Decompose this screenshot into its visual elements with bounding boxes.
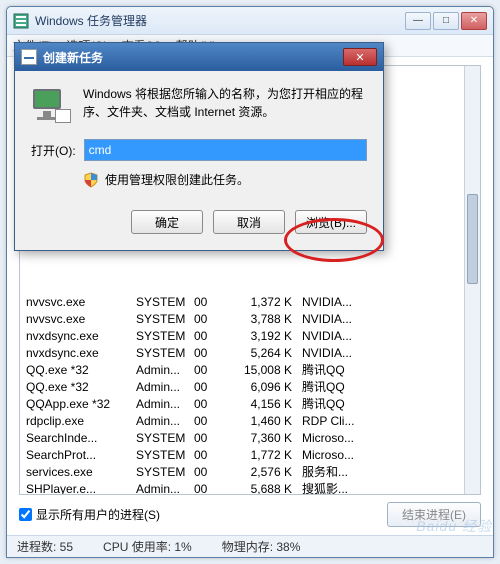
table-row[interactable]: QQ.exe *32Admin...006,096 K腾讯QQ [26, 379, 480, 396]
create-task-dialog: 创建新任务 ✕ Windows 将根据您所输入的名称，为您打开相应的程序、文件夹… [14, 42, 384, 251]
table-row[interactable]: SearchInde...SYSTEM007,360 KMicroso... [26, 430, 480, 447]
status-processes: 进程数: 55 [17, 538, 73, 555]
scrollbar[interactable] [464, 66, 480, 494]
table-row[interactable]: QQ.exe *32Admin...0015,008 K腾讯QQ [26, 362, 480, 379]
admin-text: 使用管理权限创建此任务。 [105, 171, 249, 188]
watermark: Baidu 经验 [416, 516, 492, 536]
shield-icon [83, 172, 99, 188]
status-mem: 物理内存: 38% [222, 538, 301, 555]
open-input[interactable] [84, 139, 367, 161]
app-icon [13, 13, 29, 29]
table-row[interactable]: nvxdsync.exeSYSTEM003,192 KNVIDIA... [26, 328, 480, 345]
ok-button[interactable]: 确定 [131, 210, 203, 234]
minimize-button[interactable]: — [405, 12, 431, 30]
close-button[interactable]: ✕ [461, 12, 487, 30]
table-row[interactable]: nvxdsync.exeSYSTEM005,264 KNVIDIA... [26, 345, 480, 362]
bottom-controls: 显示所有用户的进程(S) 结束进程(E) [19, 502, 481, 527]
browse-button[interactable]: 浏览(B)... [295, 210, 367, 234]
dialog-title: 创建新任务 [43, 49, 343, 66]
dialog-titlebar[interactable]: 创建新任务 ✕ [15, 43, 383, 71]
dialog-body: Windows 将根据您所输入的名称，为您打开相应的程序、文件夹、文档或 Int… [15, 71, 383, 250]
main-title: Windows 任务管理器 [35, 12, 405, 29]
table-row[interactable]: rdpclip.exeAdmin...001,460 KRDP Cli... [26, 413, 480, 430]
table-row[interactable]: SHPlayer.e...Admin...005,688 K搜狐影... [26, 481, 480, 495]
show-all-users[interactable]: 显示所有用户的进程(S) [19, 506, 160, 523]
scroll-thumb[interactable] [467, 194, 478, 284]
show-all-users-checkbox[interactable] [19, 508, 32, 521]
table-row[interactable]: QQApp.exe *32Admin...004,156 K腾讯QQ [26, 396, 480, 413]
run-dialog-icon [21, 49, 37, 65]
statusbar: 进程数: 55 CPU 使用率: 1% 物理内存: 38% [7, 535, 493, 557]
window-controls: — □ ✕ [405, 12, 487, 30]
run-icon [31, 85, 71, 123]
maximize-button[interactable]: □ [433, 12, 459, 30]
status-cpu: CPU 使用率: 1% [103, 538, 192, 555]
table-row[interactable]: services.exeSYSTEM002,576 K服务和... [26, 464, 480, 481]
open-label: 打开(O): [31, 142, 76, 159]
table-row[interactable]: nvvsvc.exeSYSTEM003,788 KNVIDIA... [26, 311, 480, 328]
dialog-desc: Windows 将根据您所输入的名称，为您打开相应的程序、文件夹、文档或 Int… [83, 85, 367, 123]
main-titlebar[interactable]: Windows 任务管理器 — □ ✕ [7, 7, 493, 35]
table-row[interactable]: SearchProt...SYSTEM001,772 KMicroso... [26, 447, 480, 464]
show-all-users-label: 显示所有用户的进程(S) [36, 506, 160, 523]
dialog-close-button[interactable]: ✕ [343, 48, 377, 66]
table-row[interactable]: nvvsvc.exeSYSTEM001,372 KNVIDIA... [26, 294, 480, 311]
cancel-button[interactable]: 取消 [213, 210, 285, 234]
